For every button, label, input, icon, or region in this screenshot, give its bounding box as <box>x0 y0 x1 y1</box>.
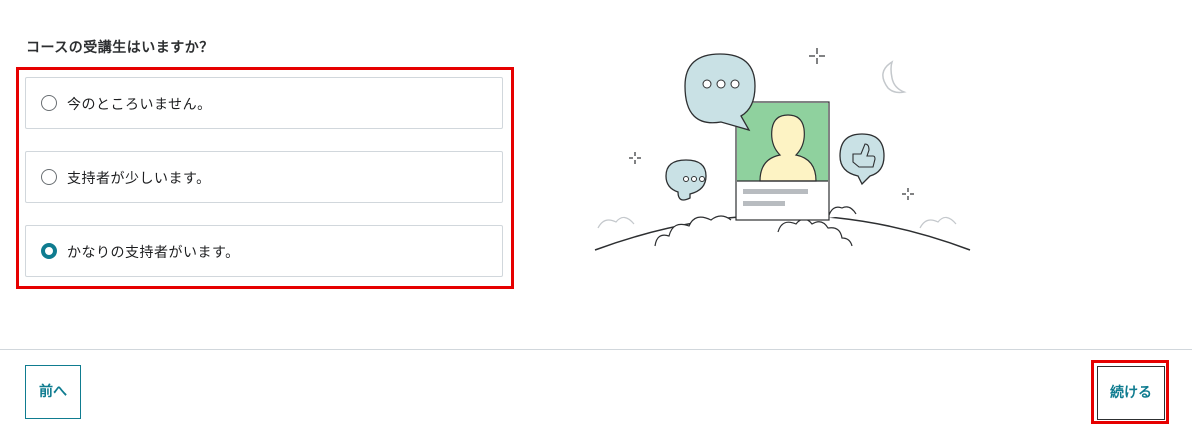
option-label: 今のところいません。 <box>67 97 212 113</box>
cloud-center-left <box>654 215 732 247</box>
option-few[interactable]: 支持者が少しいます。 <box>25 151 503 203</box>
cloud-center-right <box>777 218 853 247</box>
profile-text-line <box>743 189 808 194</box>
question-title: コースの受講生はいますか？ <box>26 40 214 56</box>
profile-text-line <box>743 201 785 206</box>
radio-checked-icon[interactable] <box>41 243 57 259</box>
cloud-small-right <box>827 206 857 219</box>
moon-icon <box>882 60 907 94</box>
audience-illustration <box>594 48 971 251</box>
cloud-right <box>919 216 957 229</box>
footer-divider <box>0 349 1192 350</box>
option-none[interactable]: 今のところいません。 <box>25 77 503 129</box>
cloud-left <box>597 216 635 229</box>
radio-empty-icon[interactable] <box>41 95 57 111</box>
prev-button[interactable]: 前へ <box>25 365 81 419</box>
sparkle-icon <box>902 188 914 200</box>
continue-button[interactable]: 続ける <box>1097 366 1165 420</box>
sparkle-icon <box>629 152 641 164</box>
radio-empty-icon[interactable] <box>41 169 57 185</box>
option-label: 支持者が少しいます。 <box>67 171 211 187</box>
sparkle-icon <box>809 48 825 64</box>
option-many[interactable]: かなりの支持者がいます。 <box>25 225 503 277</box>
option-label: かなりの支持者がいます。 <box>67 245 240 261</box>
